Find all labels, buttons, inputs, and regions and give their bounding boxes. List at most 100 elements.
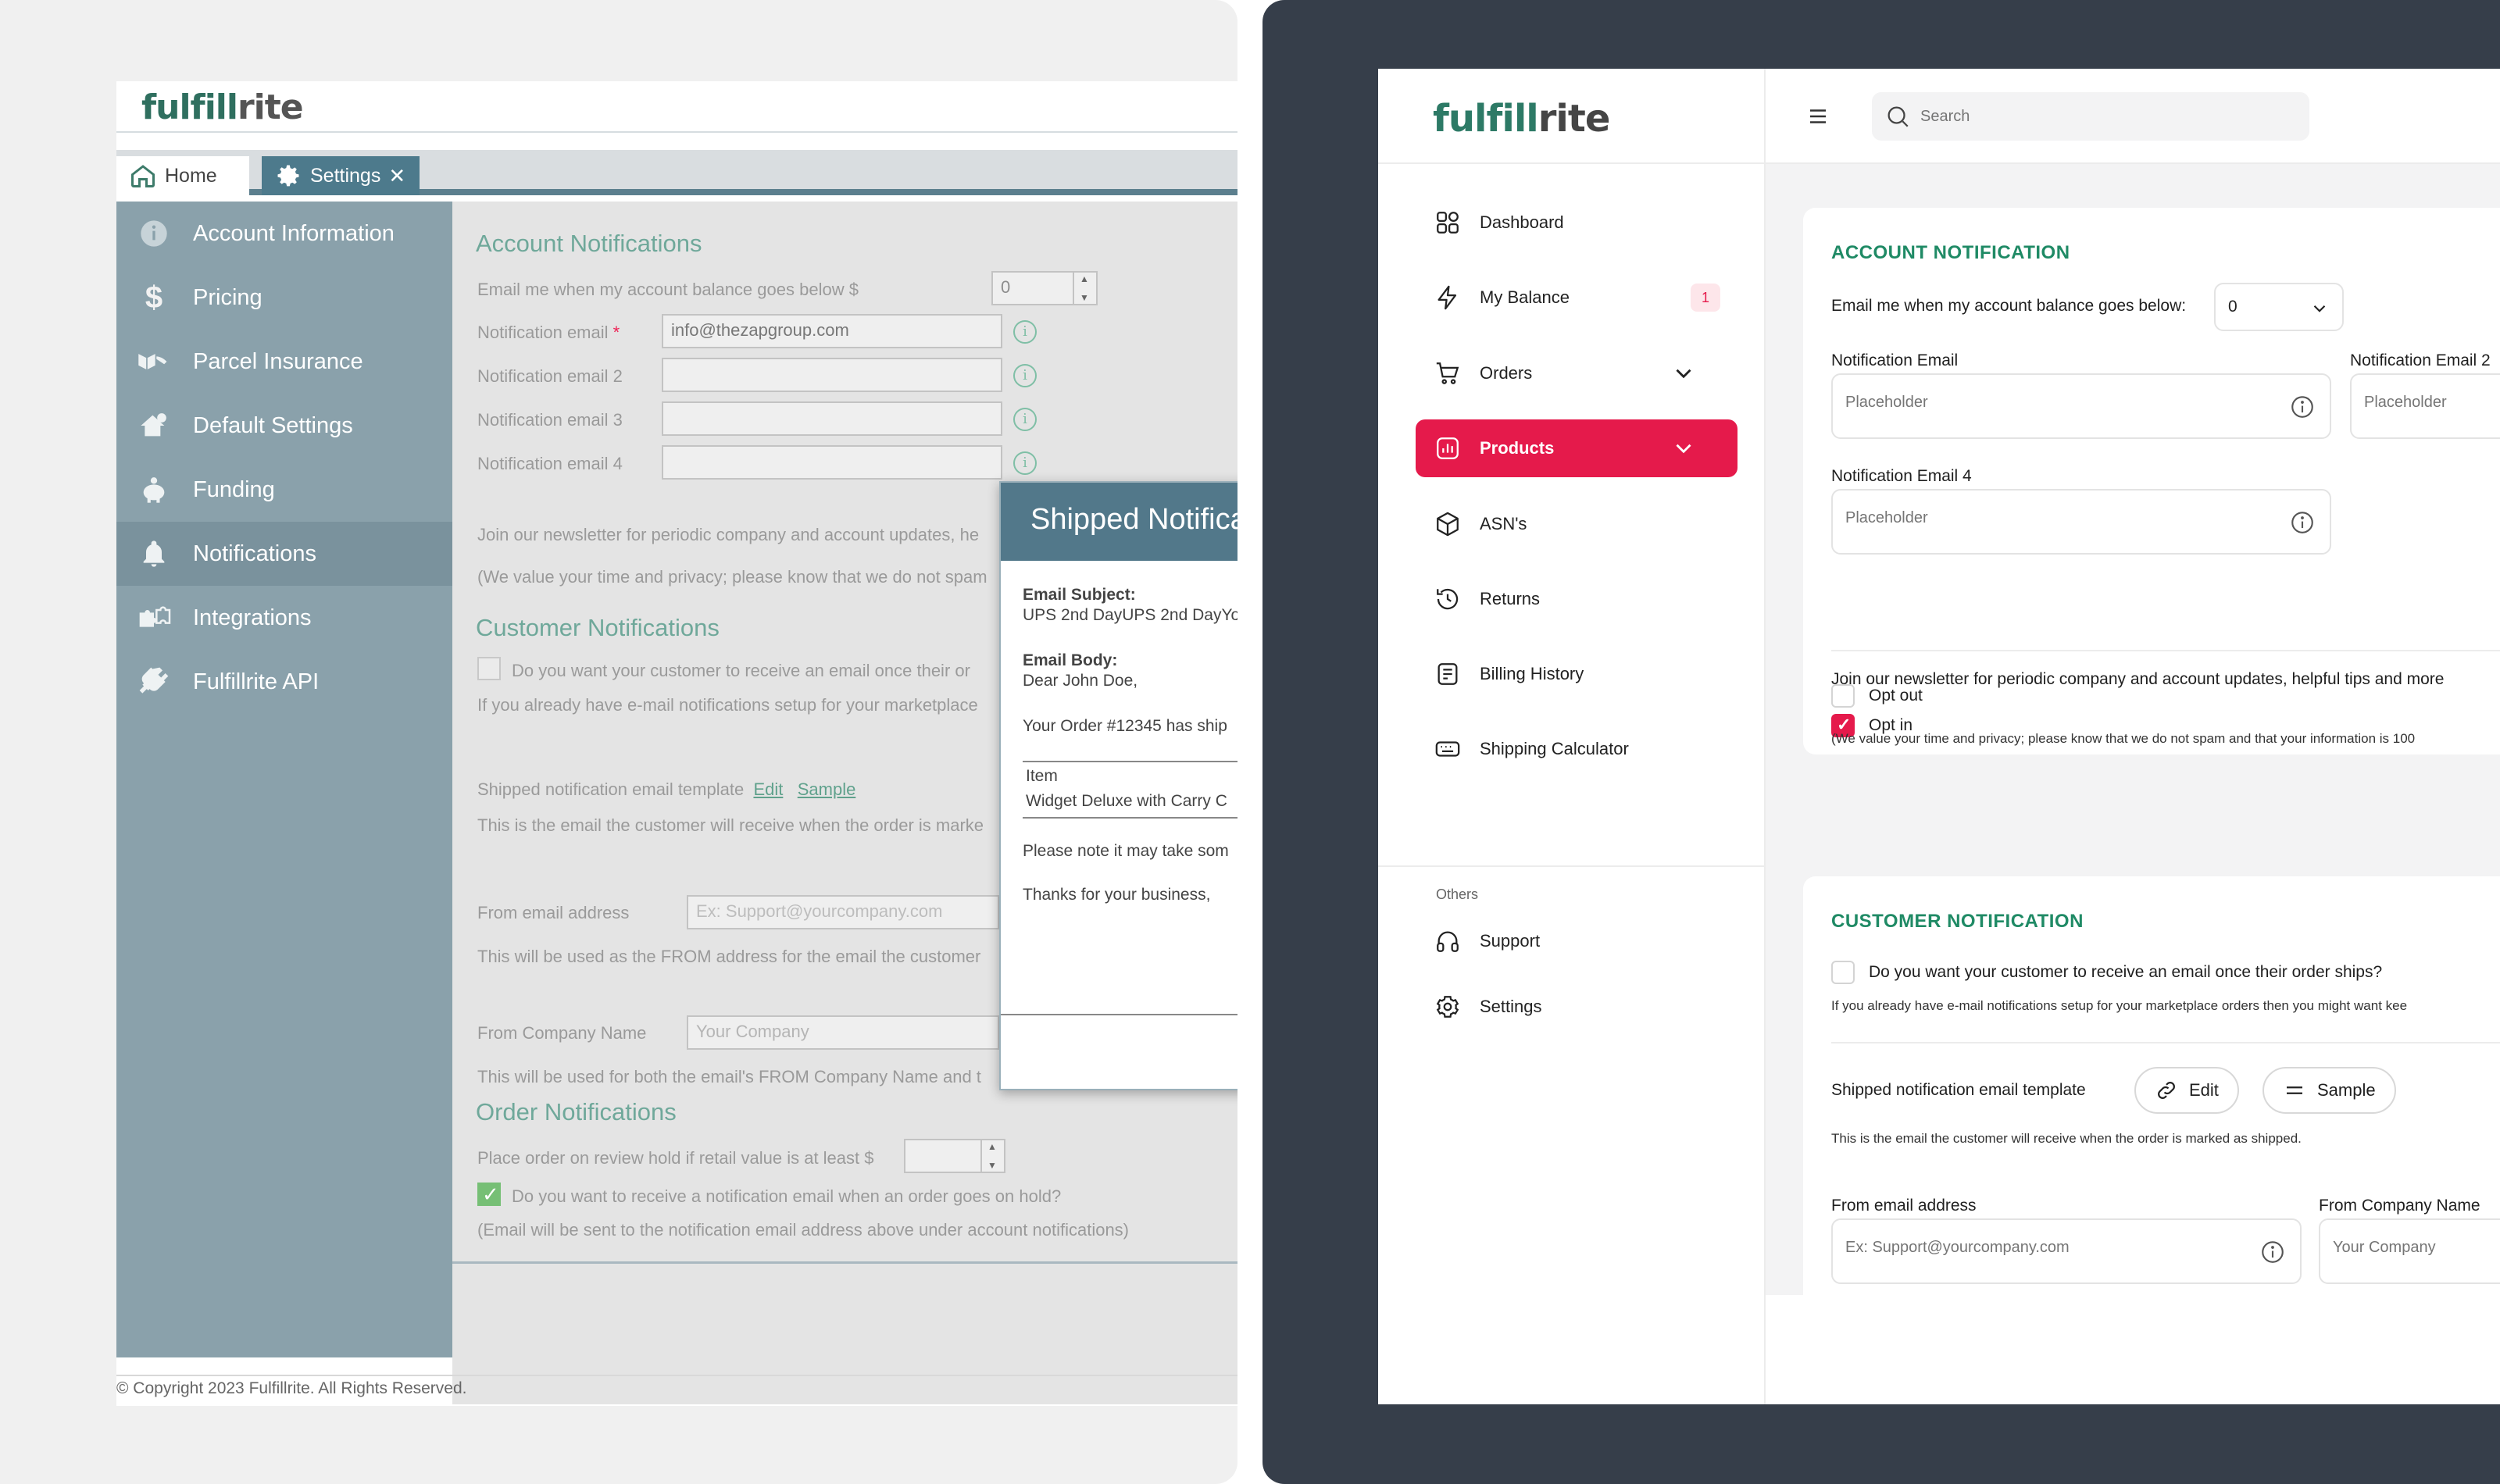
- nav-products[interactable]: Products: [1416, 419, 1738, 477]
- nav-returns[interactable]: Returns: [1416, 570, 1738, 628]
- new-sidebar: fulfillrite Dashboard My Balance 1 Order…: [1378, 69, 1766, 1404]
- edit-button[interactable]: Edit: [2134, 1067, 2239, 1114]
- notification-email-input[interactable]: [1845, 394, 2243, 412]
- nav-billing-history[interactable]: Billing History: [1416, 645, 1738, 703]
- balance-spinner[interactable]: [1073, 271, 1096, 305]
- privacy-text: (We value your time and privacy; please …: [477, 567, 988, 587]
- template-note: This is the email the customer will rece…: [477, 815, 984, 835]
- notification-email-field[interactable]: [1831, 373, 2331, 439]
- from-company-input[interactable]: [2333, 1239, 2500, 1257]
- close-tab-icon[interactable]: ✕: [388, 164, 405, 188]
- old-logo[interactable]: fulfillrite: [141, 87, 304, 127]
- info-icon[interactable]: [2289, 509, 2316, 536]
- new-logo[interactable]: fulfillrite: [1433, 97, 1611, 141]
- plug-icon: [130, 662, 177, 701]
- nav-label: Settings: [1480, 997, 1542, 1016]
- email2-input[interactable]: [662, 358, 1002, 392]
- from-email-label: From email address: [477, 903, 630, 922]
- new-logo-part2: rite: [1538, 97, 1611, 141]
- customer-email-checkbox[interactable]: [1831, 961, 1855, 984]
- sidebar-item-parcel-insurance[interactable]: Parcel Insurance: [116, 330, 452, 394]
- sidebar-item-pricing[interactable]: $ Pricing: [116, 266, 452, 330]
- opt-in-checkbox[interactable]: [1831, 714, 1855, 737]
- item-label: Item: [1026, 767, 1058, 785]
- info-icon[interactable]: [2259, 1239, 2286, 1265]
- customer-email-checkbox[interactable]: [477, 657, 501, 680]
- old-footer-divider: [116, 1375, 1238, 1376]
- email4-label: Notification email 4: [477, 454, 623, 473]
- hold-note: (Email will be sent to the notification …: [477, 1220, 1130, 1240]
- body-label-text: Email Body:: [1023, 651, 1118, 669]
- modal-divider: [1023, 817, 1238, 819]
- sidebar-item-fulfillrite-api[interactable]: Fulfillrite API: [116, 650, 452, 714]
- hold-notify-checkbox[interactable]: [477, 1183, 501, 1207]
- from-email-field[interactable]: [1831, 1218, 2302, 1284]
- nav-asns[interactable]: ASN's: [1416, 495, 1738, 553]
- from-company-label: From Company Name: [2319, 1197, 2480, 1215]
- history-icon: [1437, 588, 1459, 610]
- from-company-field[interactable]: [2319, 1218, 2500, 1284]
- nav-shipping-calculator[interactable]: Shipping Calculator: [1416, 720, 1738, 778]
- nav-label: ASN's: [1480, 514, 1527, 533]
- search-box[interactable]: [1872, 92, 2309, 141]
- required-marker: *: [612, 323, 620, 342]
- nav-settings[interactable]: Settings: [1416, 978, 1738, 1036]
- info-icon[interactable]: [2289, 394, 2316, 420]
- hold-spinner[interactable]: [980, 1139, 1004, 1173]
- old-logo-part1: fulfill: [141, 87, 238, 127]
- body-label: Email Body:: [1023, 651, 1117, 670]
- hold-label: Place order on review hold if retail val…: [477, 1148, 874, 1168]
- search-input[interactable]: [1920, 107, 2295, 126]
- sidebar-item-default-settings[interactable]: Default Settings: [116, 394, 452, 458]
- search-icon: [1888, 106, 1909, 127]
- nav-orders[interactable]: Orders: [1416, 344, 1738, 402]
- info-icon[interactable]: i: [1013, 364, 1037, 387]
- template-row: Shipped notification email template Edit…: [477, 779, 855, 800]
- nav-label: Shipping Calculator: [1480, 739, 1629, 758]
- sidebar-item-funding[interactable]: Funding: [116, 458, 452, 522]
- sample-link[interactable]: Sample: [798, 779, 856, 799]
- email3-label: Notification email 3: [477, 410, 623, 430]
- chevron-down-icon: [2313, 305, 2326, 312]
- setup-note: If you already have e-mail notifications…: [1831, 998, 2408, 1013]
- notification-email2-field[interactable]: [2350, 373, 2500, 439]
- modal-thanks: Thanks for your business,: [1023, 886, 1211, 904]
- edit-link[interactable]: Edit: [753, 779, 783, 799]
- sample-button[interactable]: Sample: [2262, 1067, 2396, 1114]
- sidebar-item-integrations[interactable]: Integrations: [116, 586, 452, 650]
- notification-email2-label: Notification Email 2: [2350, 351, 2491, 369]
- sidebar-item-notifications[interactable]: Notifications: [116, 522, 452, 586]
- balance-select[interactable]: 0: [2214, 283, 2344, 331]
- email3-input[interactable]: [662, 401, 1002, 436]
- from-company-input[interactable]: Your Company: [687, 1015, 999, 1050]
- nav-my-balance[interactable]: My Balance 1: [1416, 269, 1738, 326]
- link-icon: [2158, 1082, 2175, 1099]
- info-icon[interactable]: i: [1013, 320, 1037, 344]
- email4-input[interactable]: [662, 445, 1002, 480]
- tab-home[interactable]: Home: [116, 156, 249, 195]
- info-icon[interactable]: i: [1013, 451, 1037, 475]
- hamburger-menu-icon[interactable]: [1806, 105, 1830, 128]
- notification-email2-input[interactable]: [2364, 394, 2500, 412]
- opt-out-checkbox[interactable]: [1831, 684, 1855, 708]
- nav-label: Dashboard: [1480, 212, 1564, 232]
- nav-support[interactable]: Support: [1416, 912, 1738, 970]
- nav-label: Orders: [1480, 363, 1533, 383]
- email-input[interactable]: info@thezapgroup.com: [662, 314, 1002, 348]
- notification-email4-field[interactable]: [1831, 489, 2331, 555]
- sidebar-item-label: Default Settings: [193, 412, 353, 438]
- from-email-label: From email address: [1831, 1197, 1977, 1215]
- nav-dashboard[interactable]: Dashboard: [1416, 194, 1738, 251]
- bottom-section: [1766, 1295, 2500, 1404]
- sidebar-item-label: Parcel Insurance: [193, 348, 363, 374]
- from-email-input[interactable]: [1845, 1239, 2220, 1257]
- tab-settings[interactable]: Settings ✕: [262, 156, 420, 195]
- from-email-input[interactable]: Ex: Support@yourcompany.com: [687, 895, 999, 929]
- notification-email4-input[interactable]: [1845, 509, 2243, 527]
- nav-label: My Balance: [1480, 287, 1570, 307]
- nav-label: Billing History: [1480, 664, 1584, 683]
- sidebar-item-account-information[interactable]: Account Information: [116, 202, 452, 266]
- customer-notification-title: CUSTOMER NOTIFICATION: [1831, 911, 2084, 932]
- info-icon[interactable]: i: [1013, 408, 1037, 431]
- sidebar-item-label: Notifications: [193, 540, 316, 566]
